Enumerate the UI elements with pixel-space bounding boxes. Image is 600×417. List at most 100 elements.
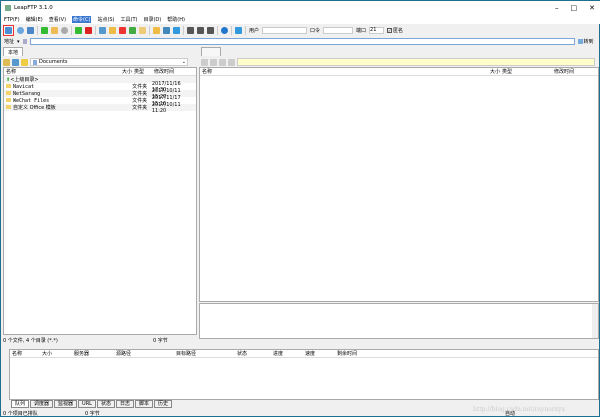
globe-icon[interactable] [221, 26, 228, 34]
local-file-list[interactable]: 名称 大小 类型 修改时间 ⬆<上级目录> Navicat 文件夹 2017/11/… [3, 67, 197, 335]
watermark: http://blog.csdn.net/raynorxyx [473, 406, 565, 413]
chevron-down-icon[interactable]: ▾ [17, 39, 20, 45]
add-icon[interactable] [41, 26, 48, 34]
local-path-select[interactable]: Documents ⌄ [30, 58, 188, 66]
tab-remote[interactable] [201, 47, 221, 56]
menu-directory[interactable]: 目录(D) [143, 16, 161, 23]
search-icon[interactable] [99, 26, 106, 34]
app-icon [5, 5, 11, 11]
up-folder-icon[interactable] [3, 58, 10, 66]
tab-monitor[interactable]: 监视器 [54, 400, 78, 408]
remote-header: 名称 大小 类型 修改时间 [200, 68, 598, 76]
move-icon[interactable] [129, 26, 136, 34]
local-header: 名称 大小 类型 修改时间 [4, 68, 196, 76]
play-icon[interactable] [75, 26, 82, 34]
port-input[interactable]: 21 [369, 26, 385, 34]
delete-icon[interactable] [119, 26, 126, 34]
close-button[interactable]: ✕ [589, 4, 595, 12]
folder-icon[interactable] [139, 26, 146, 34]
remote-path-select[interactable] [237, 58, 595, 66]
chevron-down-icon: ⌄ [181, 59, 186, 65]
remove-icon[interactable] [51, 26, 58, 34]
menu-edit[interactable]: 编辑(E) [26, 16, 43, 23]
folder-icon [6, 105, 11, 109]
tab-log[interactable]: 日志 [115, 400, 134, 408]
disconnect-icon[interactable] [27, 26, 34, 34]
binoculars-next-icon[interactable] [197, 26, 204, 34]
star-icon[interactable] [21, 58, 28, 66]
star-icon[interactable] [228, 58, 235, 66]
menu-view[interactable]: 查看(V) [49, 16, 66, 23]
clock-icon[interactable] [61, 26, 68, 34]
connect-icon[interactable] [17, 26, 24, 34]
col-remaining[interactable]: 剩余时间 [337, 350, 357, 357]
queue-list[interactable]: 名称 大小 服务器 源路径 目标路径 状态 进度 速度 剩余时间 [9, 349, 599, 400]
log-scrollbar[interactable] [592, 304, 598, 338]
col-type[interactable]: 类型 [134, 68, 154, 75]
wand-icon[interactable] [153, 26, 160, 34]
stop-icon[interactable] [85, 26, 92, 34]
col-progress[interactable]: 进度 [273, 350, 305, 357]
refresh-icon[interactable] [12, 58, 19, 66]
folder-icon [6, 97, 11, 102]
col-status[interactable]: 状态 [237, 350, 273, 357]
quick-connect-icon[interactable] [235, 26, 242, 34]
binoculars-icon[interactable] [187, 26, 194, 34]
address-bar: 地址 ▾ 转到 [1, 37, 600, 46]
anonymous-checkbox[interactable]: ✓ 匿名 [387, 27, 403, 34]
refresh-icon[interactable] [173, 26, 180, 34]
binoculars-prev-icon[interactable] [207, 26, 214, 34]
menu-tools[interactable]: 工具(T) [121, 16, 138, 23]
file-name: Navicat [13, 83, 35, 90]
local-status-bytes: 0 字节 [153, 337, 168, 344]
title-bar: LeapFTP 3.1.0 – □ ✕ [1, 1, 600, 15]
remote-file-list[interactable]: 名称 大小 类型 修改时间 [199, 67, 599, 302]
tab-status[interactable]: 状态 [96, 400, 115, 408]
address-label: 地址 [4, 39, 15, 45]
user-input[interactable] [262, 26, 308, 34]
tab-queue[interactable]: 队列 [11, 400, 30, 408]
local-rows: ⬆<上级目录> Navicat 文件夹 2017/11/16 17:30 NetSa… [4, 76, 196, 114]
col-server[interactable]: 服务器 [74, 350, 116, 357]
col-name[interactable]: 名称 [200, 68, 490, 75]
status-bytes: 0 字节 [85, 410, 100, 417]
maximize-button[interactable]: □ [571, 4, 578, 12]
save-icon[interactable] [163, 26, 170, 34]
menu-help[interactable]: 帮助(H) [167, 16, 185, 23]
pencil-icon[interactable] [109, 26, 116, 34]
tab-scheduler[interactable]: 调度器 [30, 400, 54, 408]
go-label: 转到 [583, 39, 594, 45]
menu-command[interactable]: 命令(C) [72, 16, 92, 23]
up-folder-icon[interactable] [210, 58, 217, 66]
site-manager-button[interactable] [3, 24, 14, 36]
col-modified[interactable]: 修改时间 [554, 68, 574, 75]
file-type: 文件夹 [132, 105, 148, 111]
col-name[interactable]: 名称 [4, 68, 114, 75]
go-button[interactable]: 转到 [577, 38, 594, 45]
col-speed[interactable]: 速度 [305, 350, 337, 357]
col-type[interactable]: 类型 [502, 68, 554, 75]
col-name[interactable]: 名称 [10, 350, 42, 357]
file-name: WeChat Files [13, 97, 50, 104]
col-modified[interactable]: 修改时间 [154, 68, 194, 75]
menu-ftp[interactable]: FTP(F) [4, 17, 20, 23]
col-size[interactable]: 大小 [114, 68, 134, 75]
tab-history[interactable]: 历史 [154, 400, 173, 408]
queue-header: 名称 大小 服务器 源路径 目标路径 状态 进度 速度 剩余时间 [10, 350, 598, 358]
menu-site[interactable]: 站点(S) [97, 16, 114, 23]
col-target[interactable]: 目标路径 [176, 350, 237, 357]
col-source[interactable]: 源路径 [116, 350, 176, 357]
file-name: <上级目录> [10, 77, 39, 83]
col-size[interactable]: 大小 [42, 350, 74, 357]
minimize-button[interactable]: – [555, 4, 559, 12]
disconnect-icon[interactable] [201, 58, 208, 66]
password-input[interactable] [323, 26, 354, 34]
refresh-icon[interactable] [219, 58, 226, 66]
tab-local[interactable]: 本地 [3, 47, 24, 56]
tab-script[interactable]: 脚本 [135, 400, 154, 408]
queue-tabs: 队列 调度器 监视器 URL 状态 日志 脚本 历史 [11, 400, 173, 408]
tab-url[interactable]: URL [78, 400, 96, 408]
list-item[interactable]: 自定义 Office 模板 文件夹 2017/10/11 11:20 [4, 102, 196, 114]
address-input[interactable] [29, 38, 575, 45]
col-size[interactable]: 大小 [490, 68, 502, 75]
